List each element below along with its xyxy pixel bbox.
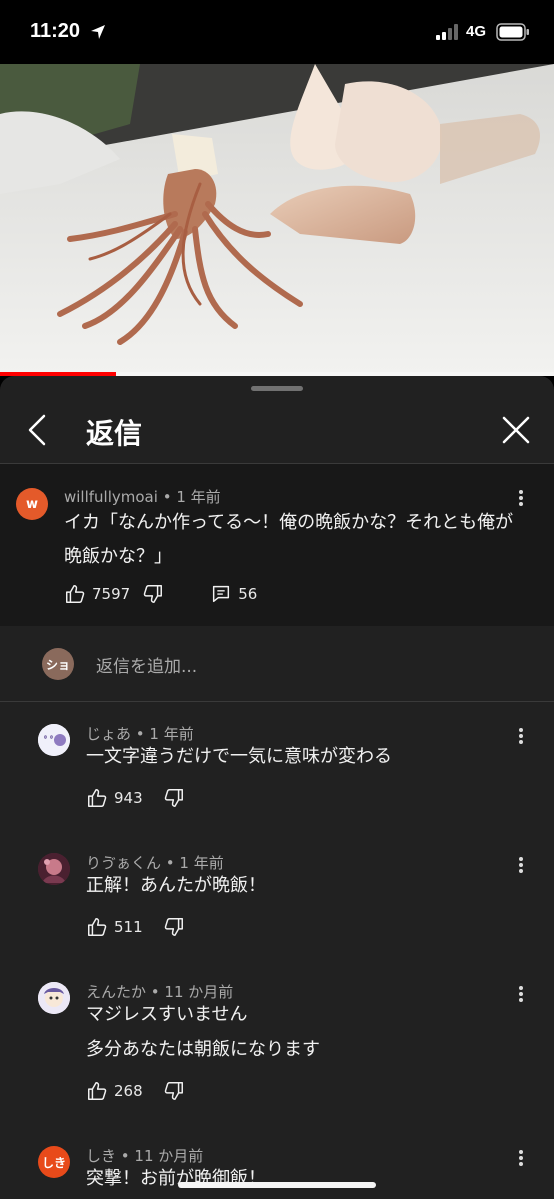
sheet-header: 返信 <box>0 398 554 462</box>
like-count: 943 <box>114 789 143 807</box>
comment-actions: 7597 56 <box>64 582 257 606</box>
avatar-image: ﾟﾟ <box>38 724 70 756</box>
home-indicator[interactable] <box>178 1182 376 1188</box>
avatar-image <box>38 853 70 885</box>
avatar[interactable]: w <box>16 488 48 520</box>
avatar[interactable] <box>38 853 70 885</box>
avatar-image <box>38 982 70 1014</box>
dislike-icon[interactable] <box>163 787 185 809</box>
more-options-icon[interactable] <box>511 855 531 879</box>
reply-icon[interactable] <box>210 583 232 605</box>
like-count: 511 <box>114 918 143 936</box>
like-icon[interactable] <box>64 583 86 605</box>
more-options-icon[interactable] <box>511 1148 531 1172</box>
user-avatar-text: ショ <box>45 657 70 672</box>
video-player[interactable] <box>0 64 554 376</box>
dislike-icon[interactable] <box>142 583 164 605</box>
separator: • <box>157 488 177 506</box>
status-time: 11:20 <box>30 20 81 42</box>
add-reply-input[interactable]: 返信を追加... <box>96 652 197 677</box>
comment-time: 1 年前 <box>176 488 221 506</box>
like-icon[interactable] <box>86 787 108 809</box>
like-count: 268 <box>114 1082 143 1100</box>
comment-actions: 268 <box>86 1079 185 1103</box>
network-type: 4G <box>466 23 487 40</box>
comment-actions: 511 <box>86 915 185 939</box>
avatar[interactable]: しき <box>38 1146 70 1178</box>
replies-sheet: 返信 w willfullymoai • 1 年前 イカ「なんか作ってる〜！俺の… <box>0 376 554 1199</box>
comment-text: 一文字違うだけで一気に意味が変わる <box>86 746 392 767</box>
dislike-icon[interactable] <box>163 916 185 938</box>
status-bar: 11:20 4G <box>0 0 554 64</box>
comment-text: 正解！あんたが晩飯！ <box>86 875 266 896</box>
more-options-icon[interactable] <box>511 984 531 1008</box>
avatar-letter: w <box>25 496 38 512</box>
like-icon[interactable] <box>86 916 108 938</box>
parent-comment: w willfullymoai • 1 年前 イカ「なんか作ってる〜！俺の晩飯か… <box>0 464 554 626</box>
comment-text: マジレスすいません <box>86 1004 248 1025</box>
video-frame <box>0 64 554 376</box>
avatar[interactable]: ﾟﾟ <box>38 724 70 756</box>
comment-author: willfullymoai <box>64 488 158 506</box>
comment-actions: 943 <box>86 786 185 810</box>
back-button[interactable] <box>22 410 56 450</box>
comment-text: イカ「なんか作ってる〜！俺の晩飯かな？それとも俺が 晩飯かな？」 <box>64 506 544 574</box>
more-options-icon[interactable] <box>511 726 531 750</box>
drag-handle[interactable] <box>251 386 303 391</box>
comment-text: 多分あなたは朝飯になります <box>86 1039 320 1060</box>
comment-text: 突撃！お前が晩御飯！ <box>86 1168 266 1189</box>
battery-icon <box>496 23 529 41</box>
cellular-signal-icon <box>436 24 458 40</box>
like-count: 7597 <box>92 585 131 603</box>
comment-text-line: 晩飯かな？」 <box>64 546 172 567</box>
sheet-title: 返信 <box>86 417 143 450</box>
dislike-icon[interactable] <box>163 1080 185 1102</box>
comment-text-line: イカ「なんか作ってる〜！俺の晩飯かな？それとも俺が <box>64 512 514 533</box>
comment-author-line[interactable]: willfullymoai • 1 年前 <box>64 486 221 507</box>
add-reply-row[interactable]: ショ 返信を追加... <box>0 626 554 702</box>
location-arrow-icon <box>91 25 105 39</box>
reply-count: 56 <box>238 585 258 603</box>
like-icon[interactable] <box>86 1080 108 1102</box>
close-button[interactable] <box>498 412 534 448</box>
avatar[interactable] <box>38 982 70 1014</box>
divider <box>0 701 554 702</box>
user-avatar: ショ <box>42 648 74 680</box>
avatar-text: しき <box>41 1155 66 1170</box>
